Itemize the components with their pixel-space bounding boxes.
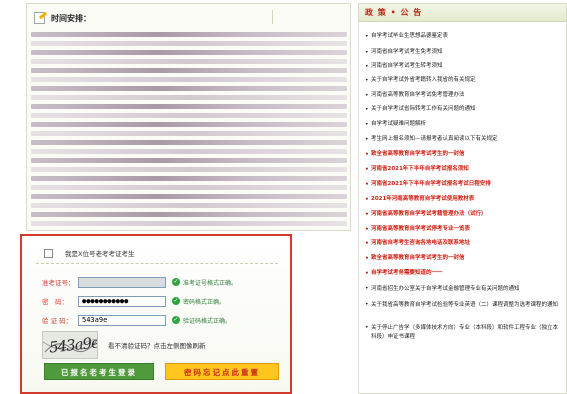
reset-password-button[interactable]: 密码忘记点此重置 (165, 363, 279, 380)
exam-id-input[interactable] (78, 276, 166, 288)
captcha-valid: ✓ 验证码格式正确。 (172, 316, 231, 325)
check-circle-icon: ✓ (172, 316, 180, 324)
news-item[interactable]: • 河南省2021年下半年自学考试报名考试日程安排 (365, 180, 563, 189)
blurred-text-line (31, 41, 347, 46)
news-item-link[interactable]: 河南省2021年下半年自学考试报名考试日程安排 (371, 180, 491, 189)
left-panel: 时间安排： 我是X位号老考考证考生 准考证号： ✓ 准考证号格式正确。 密 码：… (20, 3, 351, 394)
check-circle-icon: ✓ (172, 297, 180, 305)
exam-id-label: 准考证号： (42, 279, 75, 287)
captcha-valid-text: 验证码格式正确。 (183, 317, 232, 325)
news-item[interactable]: • 自学考试毕业生思想品德鉴定表 (365, 32, 563, 41)
exam-id-valid-text: 准考证号格式正确。 (183, 279, 238, 287)
notepad-icon (33, 11, 48, 25)
schedule-content-blurred (31, 32, 347, 227)
captcha-refresh-tip: 看不清验证码？点击左侧图像刷新 (108, 342, 206, 350)
login-form: 我是X位号老考考证考生 准考证号： ✓ 准考证号格式正确。 密 码： ✓ 密码格… (20, 234, 292, 394)
news-item-link[interactable]: 致全省高等教育自学考试考生的一封信 (371, 150, 465, 159)
news-item[interactable]: • 考生网上报名须知—请报考者认真阅读以下有关规定 (365, 135, 563, 144)
check-circle-icon: ✓ (172, 278, 180, 286)
form-divider (36, 263, 278, 264)
news-item-link[interactable]: 河南省自学考试考生免考须知 (371, 48, 443, 57)
blurred-text-line (31, 149, 347, 154)
blurred-text-line (31, 113, 347, 118)
captcha-input[interactable] (78, 314, 166, 326)
news-item-link[interactable]: 河南省2021年下半年自学考试报名须知 (371, 165, 469, 174)
captcha-row: 543a9e 看不清验证码？点击左侧图像刷新 (42, 331, 206, 359)
news-item-link[interactable]: 关于自学考试外省考籍转入我省的有关规定 (371, 76, 476, 85)
news-item-link[interactable]: 河南省自学考试考生转考须知 (371, 62, 443, 71)
news-item[interactable]: • 河南省2021年下半年自学考试报名须知 (365, 165, 563, 174)
password-valid: ✓ 密码格式正确。 (172, 297, 225, 306)
news-item[interactable]: • 关于自学考试外省考籍转入我省的有关规定 (365, 76, 563, 85)
policy-news-title: 政 策 • 公 告 (359, 4, 566, 22)
blurred-text-line (31, 122, 347, 127)
news-item[interactable]: • 河南省高等教育自学考试免考管理办法 (365, 91, 563, 100)
news-item[interactable]: • 关于自学考试省际转考工作有关问题的通知 (365, 105, 563, 114)
captcha-label: 验 证 码： (42, 317, 73, 325)
news-item-link[interactable]: 河南省自考考生咨询各地电话及联系地址 (371, 239, 470, 248)
news-item-link[interactable]: 自学考试毕业生思想品德鉴定表 (371, 32, 448, 41)
blurred-text-line (31, 32, 347, 37)
news-item-link[interactable]: 2021年河南高等教育自学考试使用教材表 (371, 195, 474, 204)
old-candidate-label: 我是X位号老考考证考生 (65, 250, 135, 258)
captcha-image[interactable]: 543a9e (42, 331, 98, 359)
captcha-field-row: 验 证 码： ✓ 验证码格式正确。 (42, 314, 231, 326)
news-item[interactable]: • 2021年河南高等教育自学考试使用教材表 (365, 195, 563, 204)
blurred-text-line (31, 68, 347, 73)
news-item-link[interactable]: 河南省高等教育自学考试免考管理办法 (371, 91, 465, 100)
schedule-title: 时间安排： (51, 13, 91, 23)
news-item[interactable]: • 关于停止广告学（多媒体技术方向）专业（本科段）和软件工程专业（独立本科段）申证… (365, 324, 563, 341)
blurred-text-line (31, 185, 347, 190)
password-input[interactable] (78, 295, 166, 307)
blurred-text-line (31, 203, 347, 208)
blurred-text-line (31, 59, 347, 64)
password-label: 密 码： (42, 298, 68, 306)
old-candidate-checkbox[interactable] (44, 248, 53, 258)
blurred-text-line (31, 158, 347, 163)
news-item[interactable]: • 河南省高等教育自学考试考籍管理办法（试行） (365, 210, 563, 219)
blurred-text-line (31, 50, 347, 55)
news-item-link[interactable]: 自学考试疑难问题解析 (371, 120, 426, 129)
news-item-link[interactable]: 考生网上报名须知—请报考者认真阅读以下有关规定 (371, 135, 498, 144)
policy-news-panel: 政 策 • 公 告 • 自学考试毕业生思想品德鉴定表 • 河南省自学考试考生免考须知 •… (358, 3, 567, 394)
blurred-text-line (31, 176, 347, 181)
news-item[interactable]: • 河南省高等教育自学考试停考专业一览表 (365, 225, 563, 234)
news-item-link[interactable]: 致全省高等教育自学考试考生的一封信 (371, 254, 465, 263)
schedule-header-divider (272, 10, 273, 24)
blurred-text-line (31, 140, 347, 145)
news-item[interactable]: • 河南省招生办公室关于自学考试金融管理专业有关问题的通知 (365, 285, 563, 294)
login-button[interactable]: 已报名老考生登录 (44, 363, 154, 380)
news-item[interactable]: • 致全省高等教育自学考试考生的一封信 (365, 254, 563, 263)
blurred-text-line (31, 221, 347, 226)
blurred-text-line (31, 194, 347, 199)
news-item[interactable]: • 河南省自考考生咨询各地电话及联系地址 (365, 239, 563, 248)
password-valid-text: 密码格式正确。 (183, 298, 226, 306)
old-candidate-option[interactable]: 我是X位号老考考证考生 (44, 248, 134, 258)
news-item[interactable]: • 河南省自学考试考生转考须知 (365, 62, 563, 71)
password-row: 密 码： ✓ 密码格式正确。 (42, 295, 225, 307)
news-item-link[interactable]: 河南省高等教育自学考试停考专业一览表 (371, 225, 470, 234)
blurred-text-line (31, 95, 347, 100)
blurred-text-line (31, 77, 347, 82)
news-item[interactable]: • 自学考试考务需要知道的一一 (365, 269, 563, 278)
blurred-text-line (31, 131, 347, 136)
schedule-panel: 时间安排： (26, 3, 351, 231)
news-item-link[interactable]: 自学考试考务需要知道的一一 (371, 269, 443, 278)
schedule-header: 时间安排： (33, 8, 91, 28)
blurred-text-line (31, 167, 347, 172)
blurred-text-line (31, 104, 347, 109)
news-item-link[interactable]: 河南省高等教育自学考试考籍管理办法（试行） (371, 210, 487, 219)
news-item[interactable]: • 自学考试疑难问题解析 (365, 120, 563, 129)
news-item-link[interactable]: 河南省招生办公室关于自学考试金融管理专业有关问题的通知 (371, 285, 520, 294)
news-item[interactable]: • 关于我省高等教育自学考试检验等专业英语（二）课程调整为选考课程的通知 (365, 301, 563, 310)
news-item[interactable]: • 致全省高等教育自学考试考生的一封信 (365, 150, 563, 159)
news-item-link[interactable]: 关于我省高等教育自学考试检验等专业英语（二）课程调整为选考课程的通知 (371, 301, 558, 310)
blurred-text-line (31, 212, 347, 217)
blurred-text-line (31, 86, 347, 91)
news-item-link[interactable]: 关于停止广告学（多媒体技术方向）专业（本科段）和软件工程专业（独立本科段）申证书… (371, 324, 563, 341)
news-item-link[interactable]: 关于自学考试省际转考工作有关问题的通知 (371, 105, 476, 114)
exam-id-row: 准考证号： ✓ 准考证号格式正确。 (42, 276, 237, 288)
news-item[interactable]: • 河南省自学考试考生免考须知 (365, 48, 563, 57)
exam-id-valid: ✓ 准考证号格式正确。 (172, 278, 237, 287)
